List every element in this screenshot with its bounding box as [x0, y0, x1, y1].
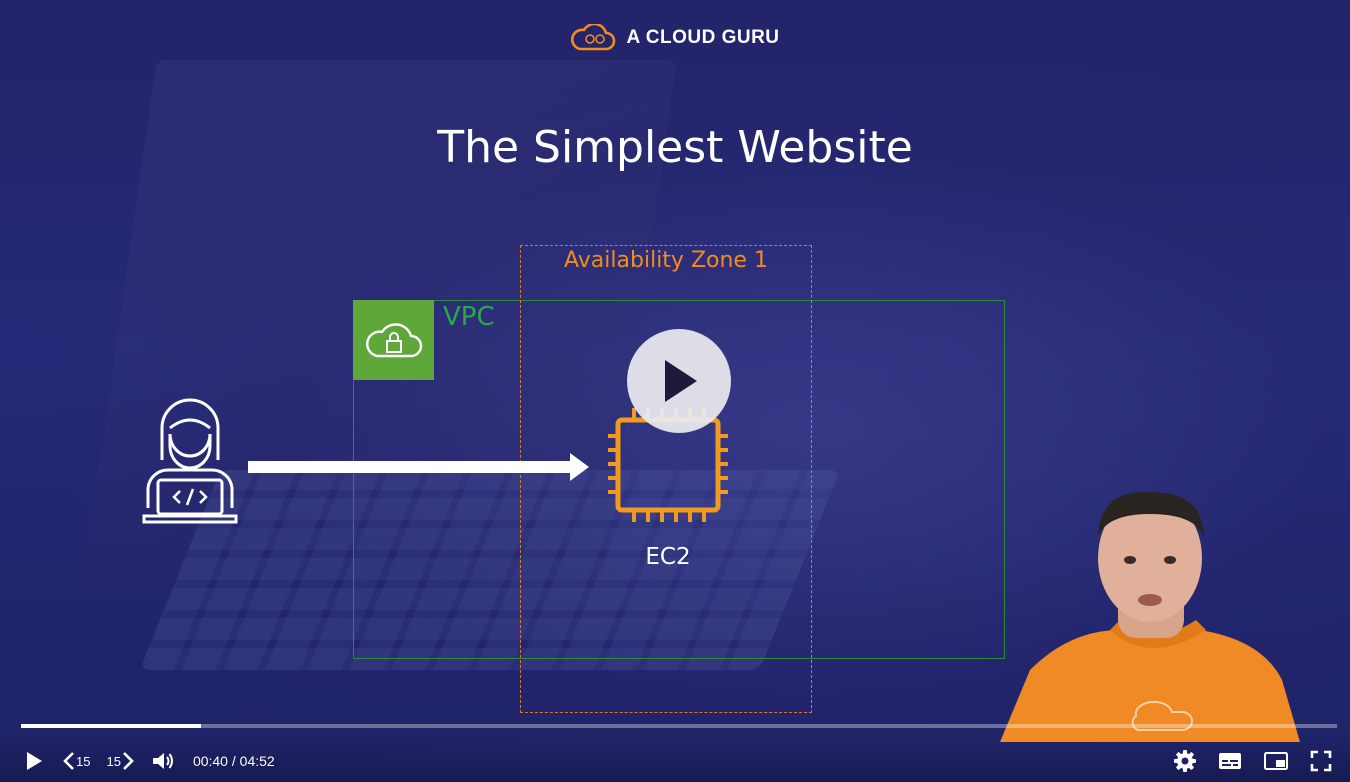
- current-time: 00:40: [192, 753, 228, 769]
- availability-zone-label: Availability Zone 1: [564, 248, 768, 273]
- skip-forward-button[interactable]: 15: [106, 751, 134, 771]
- ec2-label: EC2: [645, 544, 691, 570]
- picture-in-picture-icon: [1264, 752, 1288, 770]
- vpc-cloud-lock-icon: [365, 323, 422, 358]
- volume-button[interactable]: [151, 750, 175, 772]
- developer-user-icon: [142, 398, 238, 524]
- captions-button[interactable]: [1218, 752, 1242, 770]
- picture-in-picture-button[interactable]: [1264, 752, 1288, 770]
- skip-back-button[interactable]: 15: [62, 751, 90, 771]
- settings-button[interactable]: [1174, 750, 1196, 772]
- fullscreen-button[interactable]: [1310, 750, 1332, 772]
- skip-forward-icon: [123, 752, 134, 770]
- right-controls: [1174, 740, 1332, 782]
- fullscreen-icon: [1310, 750, 1332, 772]
- player-controls: 15 15 00:40 / 04:52: [0, 740, 1350, 782]
- progress-fill: [21, 724, 202, 728]
- settings-icon: [1174, 750, 1196, 772]
- skip-back-seconds: 15: [76, 753, 91, 769]
- cloud-logo-icon: [571, 24, 616, 51]
- time-display: 00:40 / 04:52: [193, 753, 275, 769]
- volume-icon: [152, 753, 173, 769]
- video-player[interactable]: A CLOUD GURU The Simplest Website Availa…: [0, 0, 1350, 782]
- play-icon: [27, 752, 42, 770]
- presenter-video: [1000, 491, 1300, 742]
- slide-title: The Simplest Website: [437, 122, 913, 173]
- vpc-label: VPC: [443, 302, 495, 332]
- captions-icon: [1219, 753, 1241, 769]
- skip-back-icon: [63, 752, 74, 770]
- skip-forward-seconds: 15: [106, 753, 121, 769]
- play-icon: [665, 360, 697, 402]
- brand-name: A CLOUD GURU: [626, 27, 780, 48]
- progress-bar[interactable]: [21, 724, 1337, 728]
- time-separator: /: [227, 753, 240, 769]
- vpc-badge: [353, 300, 434, 380]
- brand-header: A CLOUD GURU: [0, 24, 1350, 52]
- request-arrow: [248, 453, 589, 481]
- duration: 04:52: [239, 753, 275, 769]
- center-play-button[interactable]: [627, 329, 731, 433]
- play-button[interactable]: [24, 750, 44, 772]
